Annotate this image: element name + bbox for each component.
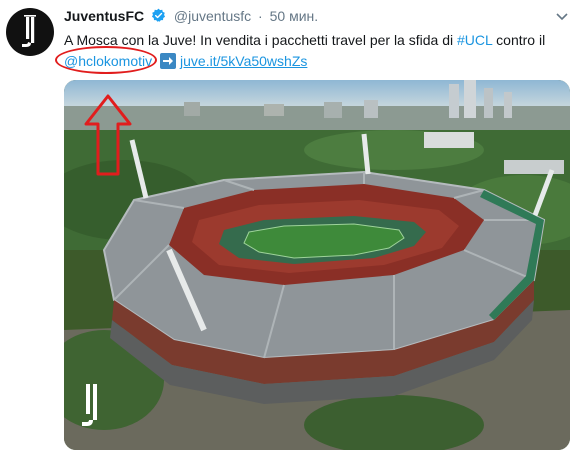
separator-dot: · (258, 8, 263, 24)
verified-badge-icon (151, 8, 166, 26)
juventus-logo-icon (22, 15, 36, 47)
tweet-photo[interactable] (64, 80, 570, 450)
tweet-text-part1: A Mosca con la Juve! In vendita i pacche… (64, 32, 457, 48)
right-arrow-emoji-icon (160, 53, 177, 69)
timestamp[interactable]: 50 мин. (270, 8, 319, 24)
tweet-header: JuventusFC @juventusfc · 50 мин. (64, 8, 568, 28)
avatar[interactable] (6, 8, 54, 56)
hashtag-link[interactable]: #UCL (457, 32, 492, 48)
tweet: JuventusFC @juventusfc · 50 мин. A Mosca… (0, 0, 582, 459)
display-name[interactable]: JuventusFC (64, 8, 144, 24)
handle[interactable]: @juventusfc (174, 8, 251, 24)
red-arrow-icon (84, 94, 132, 181)
mention-highlight-circle (55, 46, 157, 74)
chevron-down-icon[interactable] (556, 9, 568, 24)
tweet-text-part2: contro il (492, 32, 546, 48)
tweet-url-link[interactable]: juve.it/5kVa50wshZs (180, 53, 307, 69)
